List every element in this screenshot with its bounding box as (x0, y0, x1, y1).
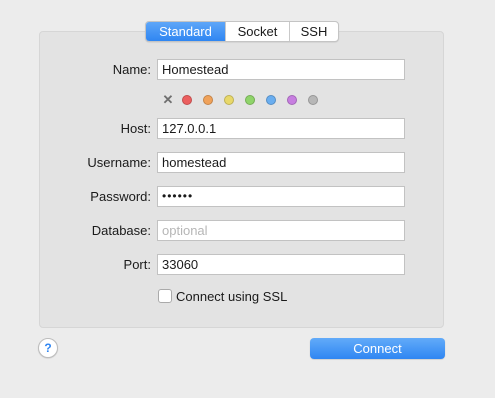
database-label: Database: (91, 223, 151, 238)
port-row: Port: 33060 (39, 254, 405, 275)
connect-button[interactable]: Connect (310, 338, 445, 359)
tab-ssh[interactable]: SSH (289, 22, 338, 41)
x-mark-icon[interactable]: ✕ (162, 93, 174, 106)
tab-socket[interactable]: Socket (225, 22, 289, 41)
ssl-option: Connect using SSL (158, 288, 287, 304)
host-field[interactable]: 127.0.0.1 (157, 118, 405, 139)
ssl-label[interactable]: Connect using SSL (176, 289, 287, 304)
tab-standard[interactable]: Standard (146, 22, 225, 41)
database-row: Database: optional (39, 220, 405, 241)
username-row: Username: homestead (39, 152, 405, 173)
port-field[interactable]: 33060 (157, 254, 405, 275)
connection-type-segmented-control: Standard Socket SSH (145, 21, 339, 42)
name-row: Name: Homestead (39, 59, 405, 80)
name-field[interactable]: Homestead (157, 59, 405, 80)
database-field[interactable]: optional (157, 220, 405, 241)
color-gray[interactable] (308, 95, 318, 105)
password-label: Password: (90, 189, 151, 204)
color-blue[interactable] (266, 95, 276, 105)
password-row: Password: •••••• (39, 186, 405, 207)
color-green[interactable] (245, 95, 255, 105)
username-field[interactable]: homestead (157, 152, 405, 173)
host-label: Host: (120, 121, 151, 136)
color-tag-picker: ✕ (162, 93, 329, 106)
color-red[interactable] (182, 95, 192, 105)
ssl-checkbox[interactable] (158, 289, 172, 303)
username-label: Username: (87, 155, 151, 170)
help-button[interactable]: ? (38, 338, 58, 358)
color-orange[interactable] (203, 95, 213, 105)
port-label: Port: (123, 257, 151, 272)
color-yellow[interactable] (224, 95, 234, 105)
name-label: Name: (112, 62, 151, 77)
password-field[interactable]: •••••• (157, 186, 405, 207)
color-purple[interactable] (287, 95, 297, 105)
host-row: Host: 127.0.0.1 (39, 118, 405, 139)
